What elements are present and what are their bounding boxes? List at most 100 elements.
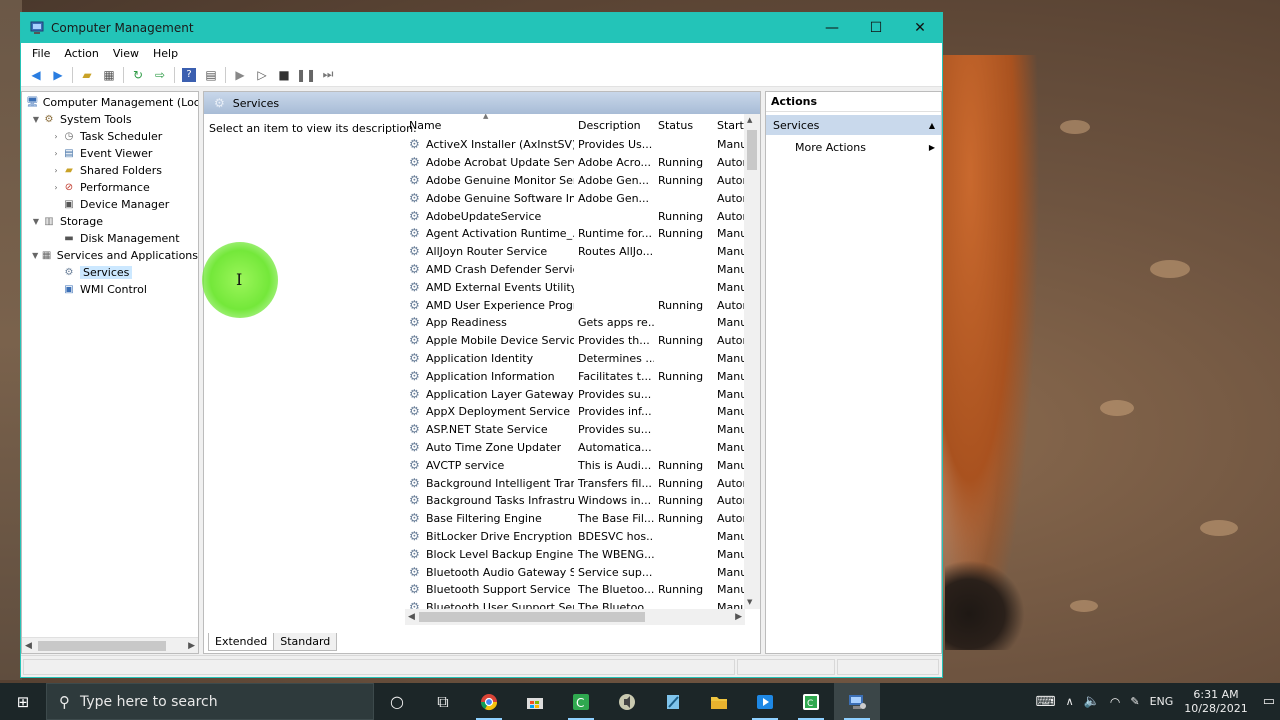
tree-item-services[interactable]: ⚙ Services bbox=[22, 264, 198, 281]
store-icon[interactable] bbox=[512, 683, 558, 720]
file-explorer-icon[interactable] bbox=[696, 683, 742, 720]
back-icon[interactable]: ◀ bbox=[25, 65, 47, 85]
service-row[interactable]: ⚙ Background Tasks Infrastruc... Windows i… bbox=[405, 492, 761, 510]
expanded-arrow-icon[interactable]: ▼ bbox=[30, 115, 42, 124]
service-row[interactable]: ⚙ Base Filtering Engine The Base Fil... Run… bbox=[405, 510, 761, 528]
service-row[interactable]: ⚙ AllJoyn Router Service Routes AllJo... Ma… bbox=[405, 243, 761, 261]
service-row[interactable]: ⚙ BitLocker Drive Encryption ... BDESVC ho… bbox=[405, 528, 761, 546]
export-list-icon[interactable]: ⇨ bbox=[149, 65, 171, 85]
collapsed-arrow-icon[interactable]: › bbox=[50, 183, 62, 192]
tree-item-wmi-control[interactable]: ▣ WMI Control bbox=[22, 281, 198, 298]
computer-management-taskbar-icon[interactable] bbox=[834, 683, 880, 720]
task-view-icon[interactable]: ⧉ bbox=[420, 683, 466, 720]
column-header-name[interactable]: Name bbox=[405, 119, 574, 132]
menu-action[interactable]: Action bbox=[57, 47, 105, 60]
service-row[interactable]: ⚙ Background Intelligent Tran... Transfers… bbox=[405, 474, 761, 492]
scroll-left-icon[interactable]: ◀ bbox=[25, 641, 32, 651]
expanded-arrow-icon[interactable]: ▼ bbox=[30, 217, 42, 226]
service-row[interactable]: ⚙ AMD Crash Defender Service Manu bbox=[405, 261, 761, 279]
scroll-thumb[interactable] bbox=[38, 641, 166, 651]
service-row[interactable]: ⚙ Adobe Genuine Monitor Ser... Adobe Gen..… bbox=[405, 172, 761, 190]
pause-service-icon[interactable]: ❚❚ bbox=[295, 65, 317, 85]
scroll-right-icon[interactable]: ▶ bbox=[735, 612, 742, 622]
language-indicator[interactable]: ENG bbox=[1145, 695, 1179, 708]
menu-file[interactable]: File bbox=[25, 47, 57, 60]
tree-item-storage[interactable]: ▼ ▥ Storage bbox=[22, 213, 198, 230]
scroll-thumb[interactable] bbox=[419, 612, 645, 622]
service-row[interactable]: ⚙ Apple Mobile Device Service Provides th.… bbox=[405, 332, 761, 350]
windows-start-icon[interactable]: ⊞ bbox=[0, 683, 46, 720]
tree-horizontal-scrollbar[interactable]: ◀ ▶ bbox=[22, 637, 198, 653]
tree-item-shared-folders[interactable]: › ▰ Shared Folders bbox=[22, 162, 198, 179]
show-hidden-icons-icon[interactable]: ∧ bbox=[1061, 695, 1079, 708]
tree-item-disk-management[interactable]: ▬ Disk Management bbox=[22, 230, 198, 247]
service-row[interactable]: ⚙ AVCTP service This is Audi... Running Manu bbox=[405, 456, 761, 474]
properties-view-icon[interactable]: ▤ bbox=[200, 65, 222, 85]
notifications-icon[interactable]: ▭ bbox=[1258, 694, 1280, 709]
close-button[interactable]: ✕ bbox=[898, 13, 942, 43]
show-hide-tree-icon[interactable]: ▦ bbox=[98, 65, 120, 85]
service-row[interactable]: ⚙ App Readiness Gets apps re... Manu bbox=[405, 314, 761, 332]
expanded-arrow-icon[interactable]: ▼ bbox=[30, 251, 41, 260]
notepad-icon[interactable] bbox=[650, 683, 696, 720]
service-row[interactable]: ⚙ Block Level Backup Engine ... The WBENG.… bbox=[405, 545, 761, 563]
tab-standard[interactable]: Standard bbox=[273, 633, 338, 651]
tree-item-services-and-applications[interactable]: ▼ ▦ Services and Applications bbox=[22, 247, 198, 264]
camtasia-recorder-icon[interactable]: C bbox=[788, 683, 834, 720]
minimize-button[interactable]: — bbox=[810, 13, 854, 43]
scroll-left-icon[interactable]: ◀ bbox=[408, 612, 415, 622]
column-header-description[interactable]: Description bbox=[574, 119, 654, 132]
scroll-down-icon[interactable]: ▼ bbox=[747, 598, 752, 606]
service-row[interactable]: ⚙ Application Identity Determines ... Manu bbox=[405, 350, 761, 368]
service-row[interactable]: ⚙ Auto Time Zone Updater Automatica... Manu bbox=[405, 439, 761, 457]
maximize-button[interactable]: ☐ bbox=[854, 13, 898, 43]
service-row[interactable]: ⚙ Application Layer Gateway ... Provides s… bbox=[405, 385, 761, 403]
tree-item-event-viewer[interactable]: › ▤ Event Viewer bbox=[22, 145, 198, 162]
tree-item-performance[interactable]: › ⊘ Performance bbox=[22, 179, 198, 196]
taskbar-search-box[interactable]: ⚲ Type here to search bbox=[46, 683, 374, 720]
forward-icon[interactable]: ▶ bbox=[47, 65, 69, 85]
title-bar[interactable]: Computer Management — ☐ ✕ bbox=[21, 13, 942, 43]
service-row[interactable]: ⚙ Agent Activation Runtime_... Runtime for… bbox=[405, 225, 761, 243]
chrome-icon[interactable] bbox=[466, 683, 512, 720]
menu-help[interactable]: Help bbox=[146, 47, 185, 60]
audio-app-icon[interactable] bbox=[604, 683, 650, 720]
tree-item-system-tools[interactable]: ▼ ⚙ System Tools bbox=[22, 111, 198, 128]
service-row[interactable]: ⚙ ASP.NET State Service Provides su... Manu bbox=[405, 421, 761, 439]
list-horizontal-scrollbar[interactable]: ◀ ▶ bbox=[405, 609, 745, 625]
scroll-thumb[interactable] bbox=[747, 130, 757, 170]
start-service-icon[interactable]: ▶ bbox=[229, 65, 251, 85]
column-header-startup-type[interactable]: Startu bbox=[713, 119, 745, 132]
service-row[interactable]: ⚙ Bluetooth Audio Gateway S... Service sup… bbox=[405, 563, 761, 581]
collapsed-arrow-icon[interactable]: › bbox=[50, 149, 62, 158]
list-vertical-scrollbar[interactable]: ▲ ▼ bbox=[744, 114, 760, 609]
stop-service-icon[interactable]: ■ bbox=[273, 65, 295, 85]
collapse-icon[interactable]: ▲ bbox=[929, 121, 935, 130]
service-row[interactable]: ⚙ Bluetooth Support Service The Bluetoo...… bbox=[405, 581, 761, 599]
service-row[interactable]: ⚙ AppX Deployment Service (... Provides in… bbox=[405, 403, 761, 421]
tab-extended[interactable]: Extended bbox=[208, 633, 275, 651]
action-center-keyboard-icon[interactable]: ⌨ bbox=[1030, 694, 1060, 710]
volume-icon[interactable]: 🔈 bbox=[1079, 694, 1105, 709]
tree-item-task-scheduler[interactable]: › ◷ Task Scheduler bbox=[22, 128, 198, 145]
menu-view[interactable]: View bbox=[106, 47, 146, 60]
pen-workspace-icon[interactable]: ✎ bbox=[1125, 695, 1144, 708]
service-row[interactable]: ⚙ AdobeUpdateService Running Autor bbox=[405, 207, 761, 225]
more-actions-item[interactable]: More Actions ▶ bbox=[766, 137, 941, 157]
up-folder-icon[interactable]: ▰ bbox=[76, 65, 98, 85]
refresh-icon[interactable]: ↻ bbox=[127, 65, 149, 85]
collapsed-arrow-icon[interactable]: › bbox=[50, 166, 62, 175]
service-row[interactable]: ⚙ Adobe Acrobat Update Serv... Adobe Acro.… bbox=[405, 154, 761, 172]
actions-section-services[interactable]: Services ▲ bbox=[766, 115, 941, 135]
service-row[interactable]: ⚙ ActiveX Installer (AxInstSV) Provides Us… bbox=[405, 136, 761, 154]
media-icon[interactable] bbox=[742, 683, 788, 720]
restart-service-icon[interactable]: ⏭ bbox=[317, 65, 339, 85]
service-row[interactable]: ⚙ AMD User Experience Progr... Running Auto… bbox=[405, 296, 761, 314]
column-header-status[interactable]: Status bbox=[654, 119, 713, 132]
service-row[interactable]: ⚙ Application Information Facilitates t...… bbox=[405, 367, 761, 385]
clock[interactable]: 6:31 AM 10/28/2021 bbox=[1178, 688, 1257, 716]
scroll-right-icon[interactable]: ▶ bbox=[188, 641, 195, 651]
scroll-up-icon[interactable]: ▲ bbox=[747, 116, 752, 124]
tree-item-device-manager[interactable]: ▣ Device Manager bbox=[22, 196, 198, 213]
cortana-icon[interactable]: ○ bbox=[374, 683, 420, 720]
